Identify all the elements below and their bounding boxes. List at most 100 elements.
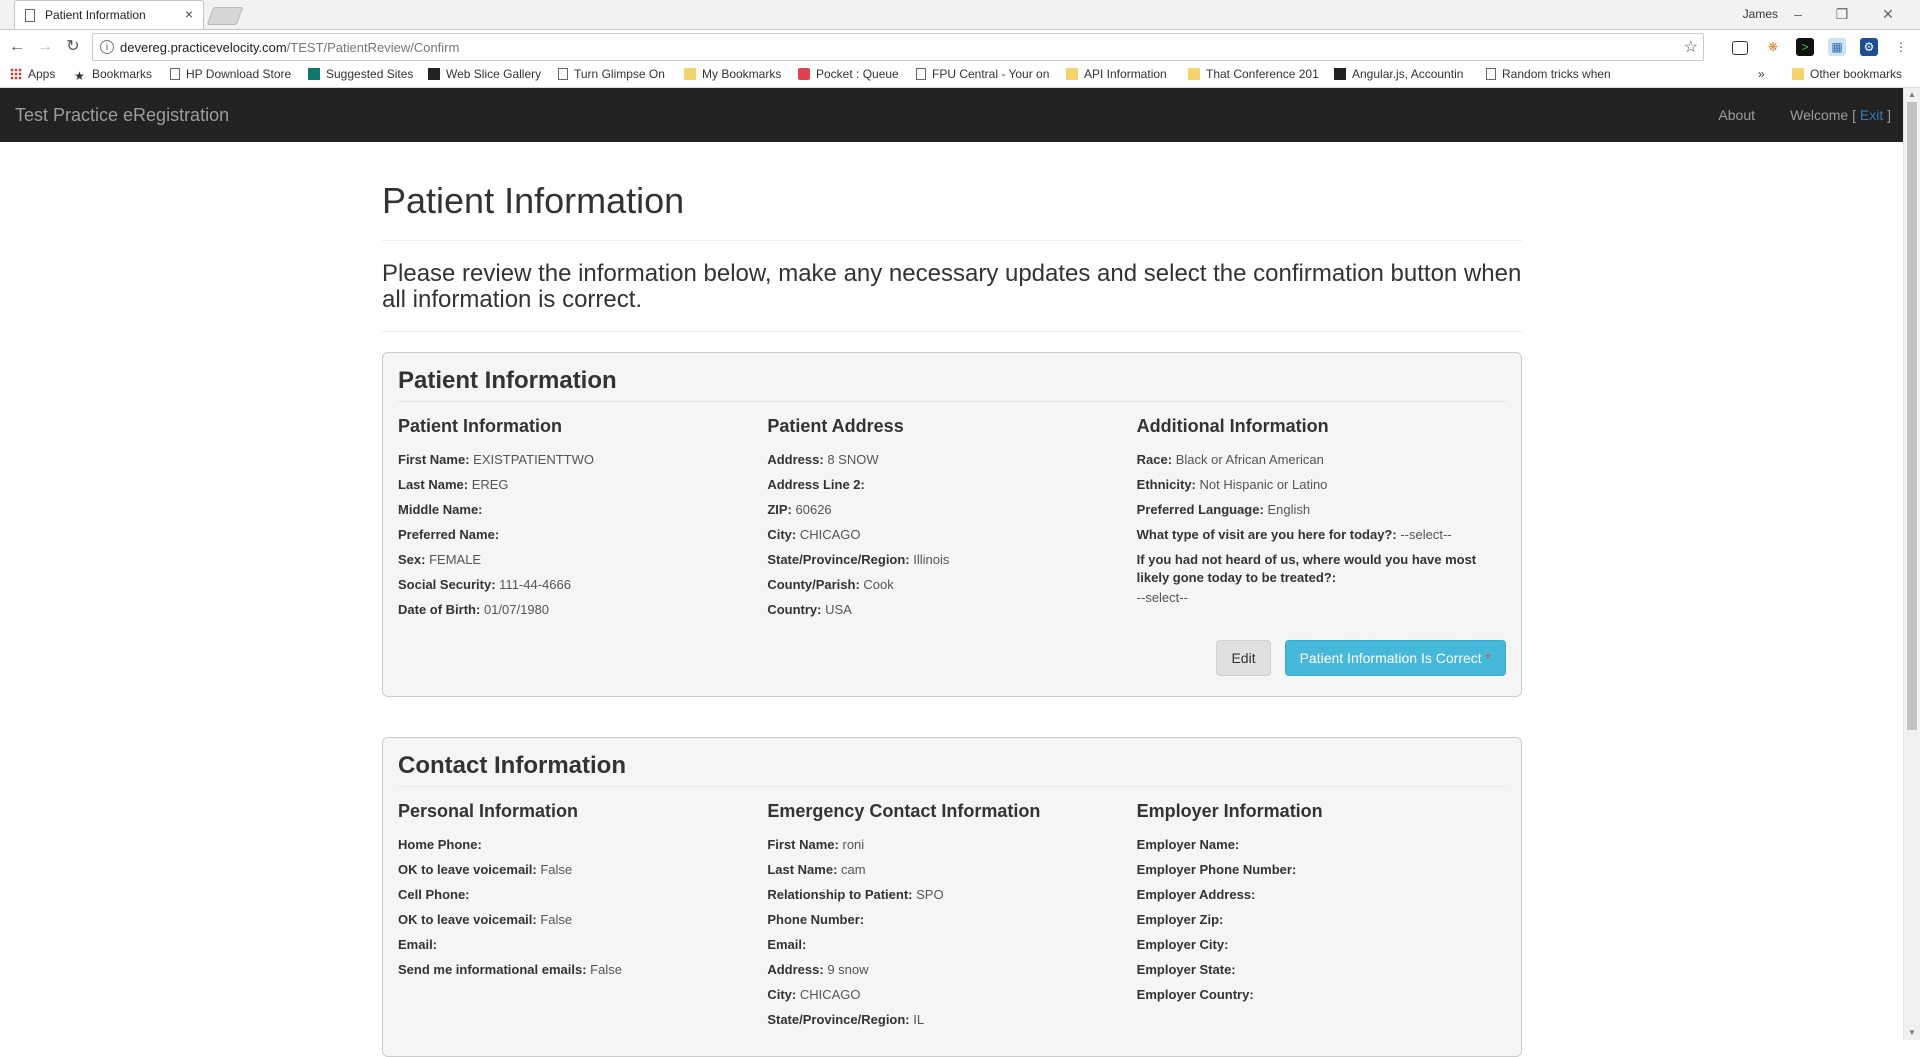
field-last-name: Last Name: EREG [398,477,509,492]
bookmark-item[interactable]: My Bookmarks [684,67,781,81]
field-dob: Date of Birth: 01/07/1980 [398,602,550,617]
field-sex: Sex: FEMALE [398,552,482,567]
folder-icon [1188,68,1200,80]
bookmark-item[interactable]: Random tricks when [1486,67,1611,81]
patient-details-column: Patient Information First Name: EXISTPAT… [398,402,767,626]
tab-title: Patient Information [45,8,146,22]
info-icon[interactable]: i [100,40,114,54]
reload-icon[interactable]: ↻ [62,36,84,58]
section-heading: Patient Information [398,416,563,436]
section-heading: Employer Information [1136,801,1323,821]
field-employer-country: Employer Country: [1136,987,1254,1002]
bookmark-item[interactable]: FPU Central - Your on [916,67,1049,81]
minimize-icon[interactable]: – [1778,3,1818,25]
browser-tab[interactable]: Patient Information × [14,0,204,29]
emergency-contact-column: Emergency Contact Information First Name… [767,787,1136,1036]
field-employer-city: Employer City: [1136,937,1229,952]
pocket-icon [798,68,810,80]
bookmarks-bar: Apps ★ Bookmarks HP Download Store Sugges… [0,63,1920,88]
extension-terminal-icon[interactable]: > [1796,38,1814,56]
scroll-thumb[interactable] [1907,102,1917,730]
field-ec-relationship: Relationship to Patient: SPO [767,887,944,902]
field-employer-state: Employer State: [1136,962,1236,977]
bookmark-item[interactable]: Pocket : Queue [798,67,899,81]
star-icon: ★ [74,69,85,83]
tab-close-icon[interactable]: × [185,6,193,22]
forward-icon[interactable]: → [34,36,56,58]
page-icon [25,9,35,22]
window-close-icon[interactable]: ✕ [1868,3,1908,25]
scroll-down-icon[interactable]: ▼ [1904,1026,1920,1040]
profile-name[interactable]: James [1743,7,1778,21]
field-employer-name: Employer Name: [1136,837,1240,852]
section-heading: Additional Information [1136,416,1329,436]
bookmark-item[interactable]: Suggested Sites [308,67,413,81]
bookmark-item[interactable]: Apps [10,67,55,81]
more-bookmarks-chevron-icon[interactable]: » [1758,67,1765,81]
field-first-name: First Name: EXISTPATIENTTWO [398,452,595,467]
welcome-text: Welcome [ Exit ] [1790,107,1891,123]
field-middle-name: Middle Name: [398,502,483,517]
field-cell-voicemail: OK to leave voicemail: False [398,912,573,927]
field-ec-city: City: CHICAGO [767,987,861,1002]
bookmark-item[interactable]: Web Slice Gallery [428,67,541,81]
field-address-line-2: Address Line 2: [767,477,865,492]
cast-icon[interactable] [1732,41,1748,55]
bookmark-star-icon[interactable]: ☆ [1684,37,1698,57]
menu-icon[interactable]: ⋮ [1892,38,1910,56]
field-home-phone: Home Phone: [398,837,482,852]
page-icon [916,68,926,80]
panel-title: Contact Information [398,752,1506,787]
section-heading: Emergency Contact Information [767,801,1041,821]
site-navbar: Test Practice eRegistration About Welcom… [0,88,1903,142]
contact-information-panel: Contact Information Personal Information… [382,737,1522,1057]
field-county: County/Parish: Cook [767,577,894,592]
bookmark-item[interactable]: ★ Bookmarks [74,67,152,83]
patient-information-panel: Patient Information Patient Information … [382,352,1522,697]
folder-icon [1792,68,1804,80]
bookmark-item[interactable]: Turn Glimpse On [558,67,665,81]
extension-bug-icon[interactable]: ❋ [1764,38,1782,56]
tab-strip: Patient Information × James – ❐ ✕ [0,0,1920,30]
patient-address-column: Patient Address Address: 8 SNOW Address … [767,402,1136,626]
patient-information-correct-button[interactable]: Patient Information Is Correct * [1284,640,1506,676]
extension-gear-icon[interactable]: ⚙ [1860,38,1878,56]
bookmark-item[interactable]: That Conference 201 [1188,67,1319,81]
bookmark-item[interactable]: HP Download Store [170,67,291,81]
extension-window-icon[interactable]: ▦ [1828,38,1846,56]
field-home-voicemail: OK to leave voicemail: False [398,862,573,877]
bing-icon [308,68,320,80]
field-ec-email: Email: [767,937,807,952]
scroll-up-icon[interactable]: ▲ [1904,88,1920,102]
field-preferred-language: Preferred Language: English [1136,502,1311,517]
page-icon [170,68,180,80]
new-tab-button[interactable] [206,7,244,25]
field-ethnicity: Ethnicity: Not Hispanic or Latino [1136,477,1328,492]
bookmark-item[interactable]: API Information [1066,67,1167,81]
required-marker: * [1485,650,1491,666]
page-icon [558,68,568,80]
field-employer-zip: Employer Zip: [1136,912,1224,927]
other-bookmarks[interactable]: Other bookmarks [1792,67,1902,81]
edit-button[interactable]: Edit [1216,640,1271,676]
url-text[interactable]: devereg.practicevelocity.com/TEST/Patien… [120,40,459,55]
address-bar[interactable]: i devereg.practicevelocity.com/TEST/Pati… [92,33,1704,61]
exit-link[interactable]: Exit [1860,107,1883,123]
panel-actions: Edit Patient Information Is Correct * [398,640,1506,676]
web-slice-icon [428,68,440,80]
about-link[interactable]: About [1718,107,1755,123]
employer-information-column: Employer Information Employer Name: Empl… [1137,787,1506,1036]
site-brand[interactable]: Test Practice eRegistration [15,105,229,126]
field-ec-first-name: First Name: roni [767,837,865,852]
restore-icon[interactable]: ❐ [1822,3,1862,25]
bookmark-item[interactable]: Angular.js, Accountin [1334,67,1463,81]
field-race: Race: Black or African American [1136,452,1324,467]
field-ec-address: Address: 9 snow [767,962,869,977]
main-content: Patient Information Please review the in… [382,142,1522,1057]
field-alternative-care-value: --select-- [1136,590,1188,605]
vertical-scrollbar[interactable]: ▲ ▼ [1903,88,1920,1040]
field-ec-state: State/Province/Region: IL [767,1012,925,1027]
apps-icon [10,68,22,80]
back-icon[interactable]: ← [6,36,28,58]
field-visit-type: What type of visit are you here for toda… [1136,527,1452,542]
